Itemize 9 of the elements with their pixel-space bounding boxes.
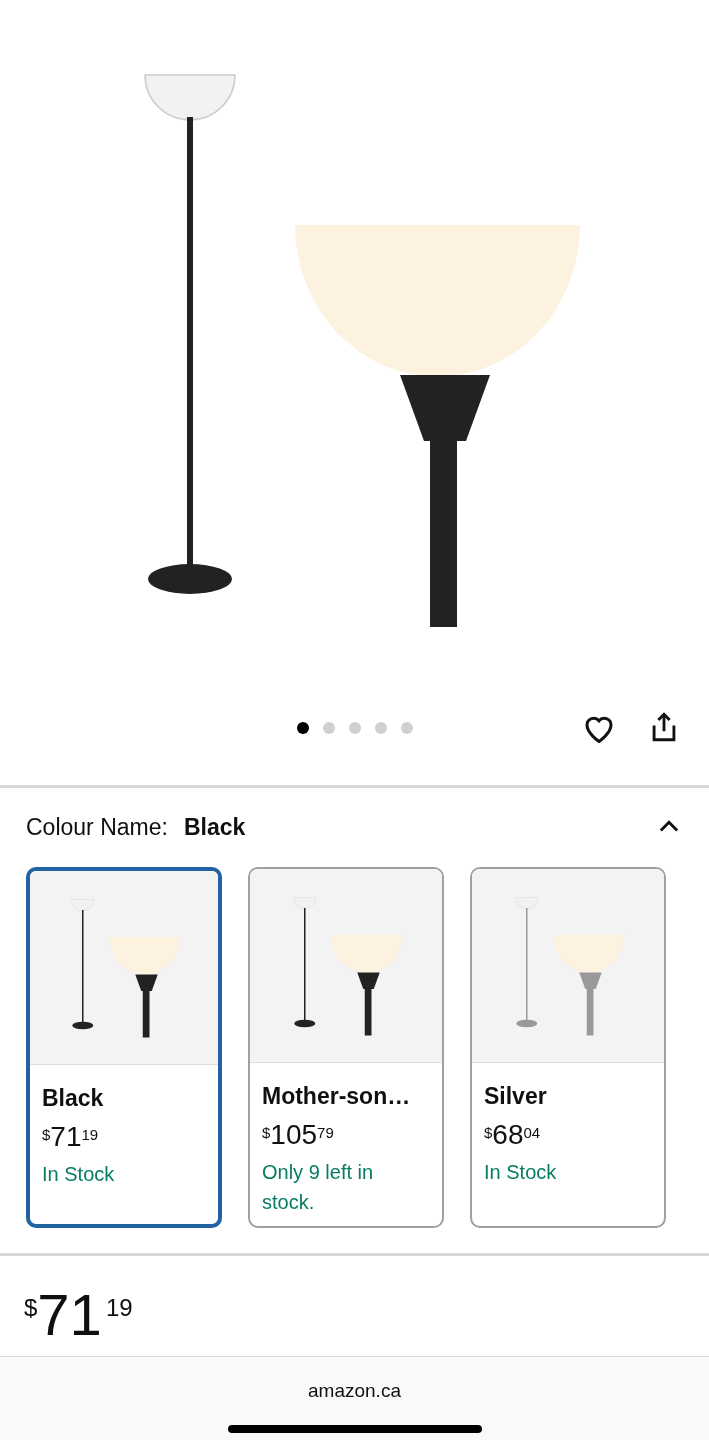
availability-text: Only 9 left in stock.: [262, 1160, 375, 1215]
availability-text: In Stock: [484, 1160, 558, 1185]
availability-text: In Stock: [42, 1162, 116, 1187]
variant-name: Silver: [484, 1081, 548, 1111]
url-text[interactable]: amazon.ca: [308, 1376, 401, 1405]
variation-value: Black: [183, 813, 246, 842]
variant-name: Mother-son…: [262, 1081, 412, 1111]
variant-name: Black: [42, 1083, 105, 1113]
variation-label: Colour Name:: [26, 813, 168, 842]
